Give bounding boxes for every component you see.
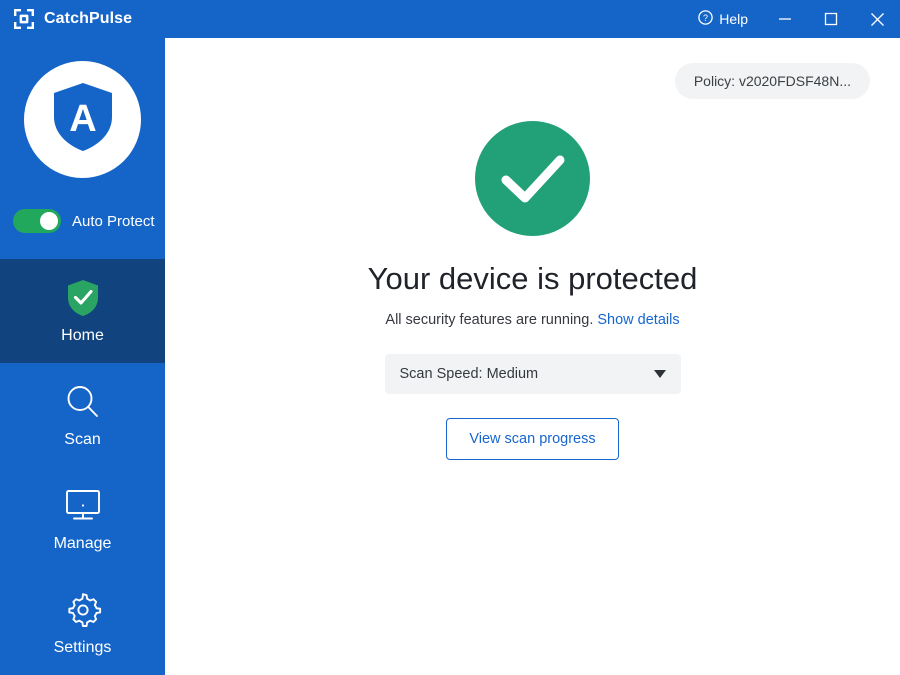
brand: CatchPulse <box>0 8 132 30</box>
brand-badge: A <box>0 38 165 213</box>
status-subtitle: All security features are running. Show … <box>385 312 679 328</box>
svg-text:?: ? <box>703 13 708 23</box>
help-label: Help <box>719 11 748 27</box>
sidebar-item-scan[interactable]: Scan <box>0 363 165 467</box>
catchpulse-window: CatchPulse ? Help <box>0 0 900 675</box>
view-scan-progress-button[interactable]: View scan progress <box>446 418 618 460</box>
status-subtitle-text: All security features are running. <box>385 312 593 328</box>
window-controls: ? Help <box>684 0 900 38</box>
svg-text:A: A <box>69 98 96 140</box>
sidebar-item-label: Home <box>61 328 104 344</box>
minimize-icon <box>778 12 792 26</box>
question-circle-icon: ? <box>698 10 713 28</box>
chevron-down-icon <box>654 370 666 378</box>
shield-check-icon <box>66 279 100 317</box>
status-badge <box>475 121 590 236</box>
toggle-knob <box>40 212 58 230</box>
help-button[interactable]: ? Help <box>684 0 762 38</box>
maximize-icon <box>824 12 838 26</box>
main-content: Policy: v2020FDSF48N... Your device is p… <box>165 38 900 675</box>
sidebar-item-settings[interactable]: Settings <box>0 571 165 675</box>
sidebar: A Auto Protect Home <box>0 38 165 675</box>
policy-badge[interactable]: Policy: v2020FDSF48N... <box>675 63 870 99</box>
sidebar-item-home[interactable]: Home <box>0 259 165 363</box>
shield-letter-a-icon: A <box>50 81 116 158</box>
magnifier-icon <box>64 383 102 421</box>
app-title: CatchPulse <box>44 10 132 28</box>
check-circle-icon <box>500 153 566 205</box>
sidebar-item-label: Settings <box>54 640 112 656</box>
avatar: A <box>24 61 141 178</box>
page-title: Your device is protected <box>368 262 698 296</box>
close-button[interactable] <box>854 0 900 38</box>
gear-icon <box>64 591 102 629</box>
auto-protect-row: Auto Protect <box>0 201 165 241</box>
sidebar-item-manage[interactable]: Manage <box>0 467 165 571</box>
monitor-icon <box>63 487 103 525</box>
sidebar-item-label: Scan <box>64 432 100 448</box>
scan-speed-select[interactable]: Scan Speed: Medium <box>385 354 681 394</box>
sidebar-nav: Home Scan <box>0 259 165 675</box>
catchpulse-frame-icon <box>13 8 35 30</box>
show-details-link[interactable]: Show details <box>597 312 679 328</box>
maximize-button[interactable] <box>808 0 854 38</box>
protection-status: Your device is protected All security fe… <box>165 121 900 460</box>
policy-bar: Policy: v2020FDSF48N... <box>165 38 900 99</box>
title-bar: CatchPulse ? Help <box>0 0 900 38</box>
auto-protect-toggle[interactable] <box>13 209 61 233</box>
sidebar-item-label: Manage <box>54 536 112 552</box>
minimize-button[interactable] <box>762 0 808 38</box>
scan-speed-value: Scan Speed: Medium <box>400 366 654 382</box>
auto-protect-label: Auto Protect <box>72 213 155 230</box>
close-icon <box>870 12 885 27</box>
